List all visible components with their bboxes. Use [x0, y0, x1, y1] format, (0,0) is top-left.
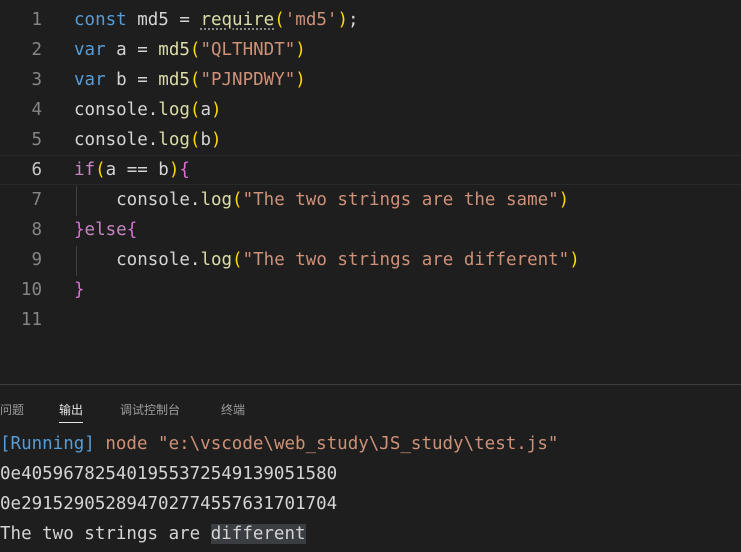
code-token: ( [232, 190, 243, 210]
code-token: ( [232, 250, 243, 270]
code-line[interactable]: 3 var b = md5("PJNPDWY") [0, 65, 741, 95]
code-text: } [74, 275, 85, 305]
code-token: ) [337, 10, 348, 30]
code-text: console.log("The two strings are the sam… [74, 185, 569, 215]
line-number: 6 [31, 160, 42, 180]
line-number: 9 [31, 250, 42, 270]
code-editor[interactable]: 1 const md5 = require('md5'); 2 var a = md5… [0, 0, 741, 384]
result-text: The two strings are [0, 524, 211, 544]
code-token: b [200, 130, 211, 150]
code-token: "QLTHNDT" [200, 40, 296, 60]
code-token: else [84, 220, 127, 240]
code-token: ) [558, 190, 570, 210]
code-text: }else{ [74, 215, 137, 245]
code-token: a [200, 100, 211, 120]
code-token: { [179, 160, 190, 180]
code-token: ( [95, 160, 106, 180]
line-number: 8 [31, 220, 42, 240]
code-token: console. [74, 130, 159, 150]
code-token: if [74, 160, 96, 180]
code-token: ) [168, 160, 180, 180]
code-token: console. [74, 100, 159, 120]
code-token: a == b [105, 160, 169, 180]
code-token: "The two strings are different" [242, 250, 570, 270]
code-token: console. [74, 190, 201, 210]
code-token: } [74, 220, 85, 240]
code-token: var [74, 40, 106, 60]
line-number: 7 [31, 190, 42, 210]
code-token: } [74, 280, 85, 300]
code-token: "The two strings are the same" [242, 190, 559, 210]
code-token: console. [74, 250, 201, 270]
code-token: require [200, 10, 275, 30]
code-line[interactable]: 9 console.log("The two strings are diffe… [0, 245, 741, 275]
running-tag: [Running] [0, 434, 95, 454]
code-token: a = [105, 40, 159, 60]
code-token: b = [105, 70, 159, 90]
output-panel: 问题 输出 调试控制台 终端 [Running] node "e:\vscode… [0, 384, 741, 552]
code-text: console.log("The two strings are differe… [74, 245, 580, 275]
code-token: md5 = [126, 10, 201, 30]
code-text: console.log(a) [74, 95, 222, 125]
code-token: md5 [158, 70, 190, 90]
line-number: 2 [31, 40, 42, 60]
code-token: ) [295, 70, 306, 90]
result-highlight: different [210, 524, 306, 544]
code-token: ( [189, 70, 201, 90]
tab-output[interactable]: 输出 [59, 401, 84, 423]
tab-debug-console[interactable]: 调试控制台 [120, 401, 180, 418]
code-text: if(a == b){ [74, 156, 190, 184]
code-line[interactable]: 10} [0, 275, 741, 305]
line-number: 4 [31, 100, 42, 120]
output-hash-b: 0e291529052894702774557631701704 [0, 494, 338, 514]
code-text: var b = md5("PJNPDWY") [74, 65, 306, 95]
code-token: var [74, 70, 106, 90]
line-number: 10 [20, 280, 42, 300]
line-number: 1 [31, 10, 42, 30]
tab-problems[interactable]: 问题 [0, 401, 24, 418]
code-token: { [126, 220, 138, 240]
code-line[interactable]: 4 console.log(a) [0, 95, 741, 125]
code-line[interactable]: 1 const md5 = require('md5'); [0, 5, 741, 35]
code-token: ) [295, 40, 306, 60]
code-line[interactable]: 7 console.log("The two strings are the s… [0, 185, 741, 215]
line-number: 11 [20, 310, 42, 330]
code-line[interactable]: 11 [0, 305, 741, 335]
code-text: var a = md5("QLTHNDT") [74, 35, 306, 65]
code-line[interactable]: 6 if(a == b){ [0, 155, 741, 185]
code-text: console.log(b) [74, 125, 222, 155]
code-token: ( [274, 10, 285, 30]
code-token: ( [189, 40, 201, 60]
code-token: 'md5' [284, 10, 338, 30]
tab-terminal[interactable]: 终端 [221, 401, 245, 418]
code-line[interactable]: 2 var a = md5("QLTHNDT") [0, 35, 741, 65]
output-hash-a: 0e405967825401955372549139051580 [0, 464, 338, 484]
code-token: ) [211, 130, 222, 150]
code-line[interactable]: 8}else{ [0, 215, 741, 245]
code-token: log [200, 190, 233, 210]
code-token: md5 [158, 40, 190, 60]
output-result: The two strings are different [0, 519, 306, 549]
code-token: ) [569, 250, 580, 270]
code-token: ; [348, 10, 359, 30]
line-number: 5 [31, 130, 42, 150]
code-token: const [74, 10, 127, 30]
code-token: ( [189, 130, 201, 150]
code-token: log [200, 250, 233, 270]
code-line[interactable]: 5 console.log(b) [0, 125, 741, 155]
code-token: ( [189, 100, 201, 120]
code-token: log [158, 100, 190, 120]
code-text: const md5 = require('md5'); [74, 5, 359, 35]
code-token: ) [211, 100, 222, 120]
output-running-line: [Running] node "e:\vscode\web_study\JS_s… [0, 429, 558, 459]
running-command: node "e:\vscode\web_study\JS_study\test.… [94, 434, 559, 454]
code-token: log [158, 130, 190, 150]
line-number: 3 [31, 70, 42, 90]
code-token: "PJNPDWY" [200, 70, 296, 90]
